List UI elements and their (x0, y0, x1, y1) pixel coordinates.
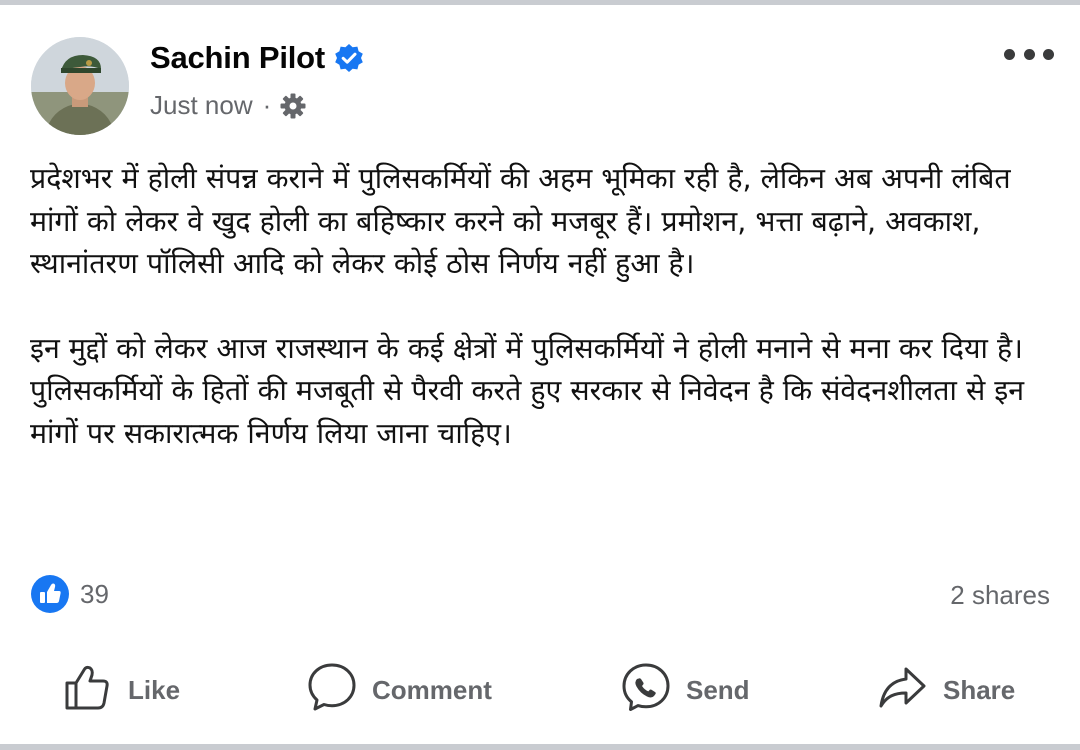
share-label: Share (943, 674, 1016, 705)
post-text: प्रदेशभर में होली संपन्न कराने में पुलिस… (30, 158, 1050, 455)
post-author: Sachin Pilot (150, 40, 364, 76)
more-dot (1023, 48, 1035, 60)
top-divider (0, 0, 1080, 5)
like-button[interactable]: Like (62, 660, 180, 720)
send-label: Send (686, 674, 750, 705)
share-count[interactable]: 2 shares (950, 580, 1050, 611)
verified-badge-icon (334, 43, 364, 73)
post-timestamp[interactable]: Just now (150, 90, 253, 121)
comment-icon (306, 661, 358, 720)
share-arrow-icon (877, 661, 929, 720)
more-dot (1004, 48, 1015, 60)
comment-button[interactable]: Comment (306, 660, 492, 720)
share-button[interactable]: Share (877, 660, 1015, 720)
action-bar: Like Comment Send Share (0, 660, 1080, 720)
send-button[interactable]: Send (620, 660, 750, 720)
post-paragraph: इन मुद्दों को लेकर आज राजस्थान के कई क्ष… (30, 331, 1025, 450)
comment-label: Comment (372, 674, 492, 705)
like-label: Like (128, 674, 181, 705)
post-meta: Just now · (150, 90, 307, 121)
reaction-count[interactable]: 39 (80, 579, 109, 610)
avatar[interactable] (31, 37, 129, 135)
thumbs-up-icon (62, 661, 114, 720)
more-options-icon[interactable] (1004, 44, 1054, 64)
messenger-icon (620, 661, 672, 720)
more-dot (1043, 48, 1054, 60)
gear-icon[interactable] (279, 92, 307, 120)
bottom-divider (0, 744, 1080, 750)
post-paragraph: प्रदेशभर में होली संपन्न कराने में पुलिस… (30, 162, 1011, 280)
author-name[interactable]: Sachin Pilot (150, 40, 325, 76)
reaction-summary[interactable]: 39 (30, 574, 109, 614)
like-reaction-icon (30, 574, 70, 614)
meta-separator: · (262, 90, 272, 120)
